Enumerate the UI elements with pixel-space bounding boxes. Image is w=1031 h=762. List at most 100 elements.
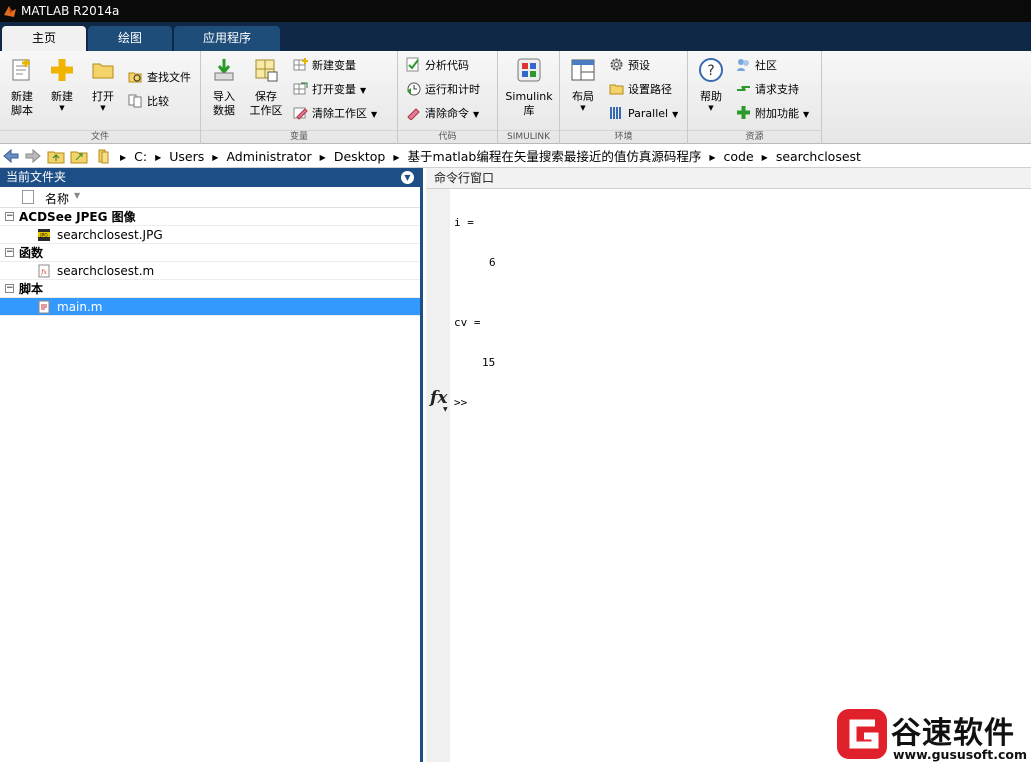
- breadcrumb-separator-icon: ▶: [212, 153, 219, 162]
- panel-actions-chevron-icon[interactable]: ▼: [401, 171, 414, 184]
- open-button[interactable]: 打开 ▼: [85, 57, 121, 112]
- name-column-header[interactable]: 名称: [45, 190, 69, 207]
- open-variable-label: 打开变量: [312, 83, 356, 96]
- help-dropdown-icon: ▼: [708, 104, 714, 112]
- current-folder-panel: 当前文件夹 ▼ 名称 ▼ − ACDSee JPEG 图像 JPG search…: [0, 168, 423, 762]
- file-row[interactable]: fx searchclosest.m: [0, 262, 420, 280]
- tab-home[interactable]: 主页: [2, 26, 86, 51]
- find-files-icon: [128, 72, 142, 83]
- add-ons-button[interactable]: 附加功能 ▼: [736, 105, 809, 123]
- parallel-label: Parallel: [628, 107, 669, 120]
- simulink-group: Simulink 库 SIMULINK: [498, 51, 560, 144]
- breadcrumb: ▶ C: ▶ Users ▶ Administrator ▶ Desktop ▶ 基于matlab…: [120, 148, 861, 166]
- run-and-time-button[interactable]: 运行和计时: [406, 81, 480, 99]
- analyze-code-button[interactable]: 分析代码: [406, 57, 469, 75]
- output-variable-name: cv =: [454, 316, 481, 329]
- request-support-button[interactable]: 请求支持: [736, 81, 799, 99]
- file-group-row[interactable]: − 函数: [0, 244, 420, 262]
- collapse-icon[interactable]: −: [5, 284, 14, 293]
- open-variable-icon: [293, 82, 308, 95]
- breadcrumb-item[interactable]: Users: [169, 149, 204, 164]
- command-window[interactable]: 命令行窗口 i = 6 cv = 15 fx ▼ >>: [426, 168, 1031, 762]
- import-data-button[interactable]: 导入 数据: [205, 57, 243, 118]
- watermark-url: www.gususoft.com: [893, 747, 1027, 762]
- run-and-time-label: 运行和计时: [425, 83, 480, 96]
- clear-workspace-button[interactable]: 清除工作区 ▼: [293, 105, 377, 123]
- file-name: searchclosest.JPG: [57, 228, 163, 242]
- new-variable-label: 新建变量: [312, 59, 356, 72]
- breadcrumb-item[interactable]: Administrator: [226, 149, 311, 164]
- simulink-library-label: Simulink 库: [505, 90, 553, 117]
- up-folder-icon[interactable]: [47, 148, 65, 164]
- clear-workspace-label: 清除工作区: [312, 107, 367, 120]
- tab-apps[interactable]: 应用程序: [174, 26, 280, 51]
- file-row[interactable]: main.m: [0, 298, 420, 316]
- preferences-label: 预设: [628, 59, 650, 72]
- collapse-icon[interactable]: −: [5, 212, 14, 221]
- tab-plots[interactable]: 绘图: [88, 26, 172, 51]
- breadcrumb-item[interactable]: 基于matlab编程在矢量搜索最接近的值仿真源码程序: [408, 149, 702, 164]
- file-group-row[interactable]: − ACDSee JPEG 图像: [0, 208, 420, 226]
- command-window-gutter: [426, 189, 450, 762]
- open-variable-button[interactable]: 打开变量 ▼: [293, 81, 366, 99]
- current-folder-title: 当前文件夹: [6, 170, 67, 184]
- community-button[interactable]: 社区: [736, 57, 777, 75]
- resources-group: ? 帮助 ▼ 社区 请求支持 附加功能 ▼ 资源: [688, 51, 822, 144]
- breadcrumb-separator-icon: ▶: [120, 153, 127, 162]
- file-group-label: 脚本: [19, 282, 44, 296]
- file-row[interactable]: JPG searchclosest.JPG: [0, 226, 420, 244]
- command-prompt[interactable]: >>: [454, 396, 467, 409]
- request-support-icon: [737, 86, 750, 91]
- matlab-logo-icon: [4, 6, 16, 17]
- output-value: 6: [489, 256, 496, 269]
- environment-group-label: 环境: [560, 130, 687, 142]
- breadcrumb-item[interactable]: searchclosest: [776, 149, 861, 164]
- simulink-library-button[interactable]: Simulink 库: [504, 57, 554, 118]
- breadcrumb-item[interactable]: C:: [134, 149, 147, 164]
- community-label: 社区: [755, 59, 777, 72]
- set-path-button[interactable]: 设置路径: [609, 81, 672, 99]
- breadcrumb-separator-icon: ▶: [709, 153, 716, 162]
- find-files-button[interactable]: 查找文件: [128, 69, 191, 87]
- new-button[interactable]: 新建 ▼: [44, 57, 80, 112]
- variable-group: 导入 数据 保存 工作区 新建变量 打开变量 ▼ 清除工作区 ▼ 变量: [201, 51, 398, 144]
- new-variable-button[interactable]: 新建变量: [293, 57, 356, 75]
- code-group-label: 代码: [398, 130, 497, 142]
- clear-commands-icon: [407, 108, 420, 120]
- forward-arrow-icon[interactable]: [24, 148, 42, 164]
- back-arrow-icon[interactable]: [2, 148, 20, 164]
- parallel-dropdown-icon: ▼: [672, 110, 679, 119]
- save-workspace-icon: [255, 59, 278, 82]
- preferences-button[interactable]: 预设: [609, 57, 650, 75]
- clear-workspace-dropdown-icon: ▼: [371, 110, 378, 119]
- breadcrumb-separator-icon: ▶: [761, 153, 768, 162]
- new-script-button[interactable]: 新建 脚本: [4, 57, 40, 118]
- save-workspace-button[interactable]: 保存 工作区: [246, 57, 286, 118]
- file-group: 新建 脚本 新建 ▼ 打开 ▼ 查找文件 比较 文件: [0, 51, 201, 144]
- output-variable-name: i =: [454, 216, 474, 229]
- breadcrumb-separator-icon: ▶: [155, 153, 162, 162]
- layout-dropdown-icon: ▼: [580, 104, 586, 112]
- ribbon: 新建 脚本 新建 ▼ 打开 ▼ 查找文件 比较 文件 导入 数据 保存 工作区 …: [0, 51, 1031, 144]
- browse-folder-icon[interactable]: [70, 148, 88, 164]
- help-button[interactable]: ? 帮助 ▼: [696, 57, 726, 112]
- file-group-row[interactable]: − 脚本: [0, 280, 420, 298]
- request-support-label: 请求支持: [755, 83, 799, 96]
- sort-down-icon: ▼: [74, 191, 81, 200]
- collapse-icon[interactable]: −: [5, 248, 14, 257]
- breadcrumb-item[interactable]: Desktop: [334, 149, 386, 164]
- resources-group-label: 资源: [688, 130, 821, 142]
- clear-commands-button[interactable]: 清除命令 ▼: [406, 105, 479, 123]
- help-icon: ?: [699, 58, 723, 82]
- file-group-label: 函数: [19, 246, 44, 260]
- parallel-button[interactable]: Parallel ▼: [609, 105, 678, 123]
- title-bar: MATLAB R2014a: [0, 0, 1031, 22]
- ribbon-tab-strip: 主页 绘图 应用程序: [0, 22, 1031, 51]
- watermark: 谷速软件 www.gususoft.com: [833, 705, 1031, 762]
- layout-button[interactable]: 布局 ▼: [566, 57, 600, 112]
- clear-commands-dropdown-icon: ▼: [473, 110, 480, 119]
- breadcrumb-item[interactable]: code: [724, 149, 754, 164]
- compare-button[interactable]: 比较: [128, 93, 169, 111]
- layout-label: 布局: [572, 90, 594, 103]
- function-browser-fx-icon[interactable]: fx: [430, 388, 447, 408]
